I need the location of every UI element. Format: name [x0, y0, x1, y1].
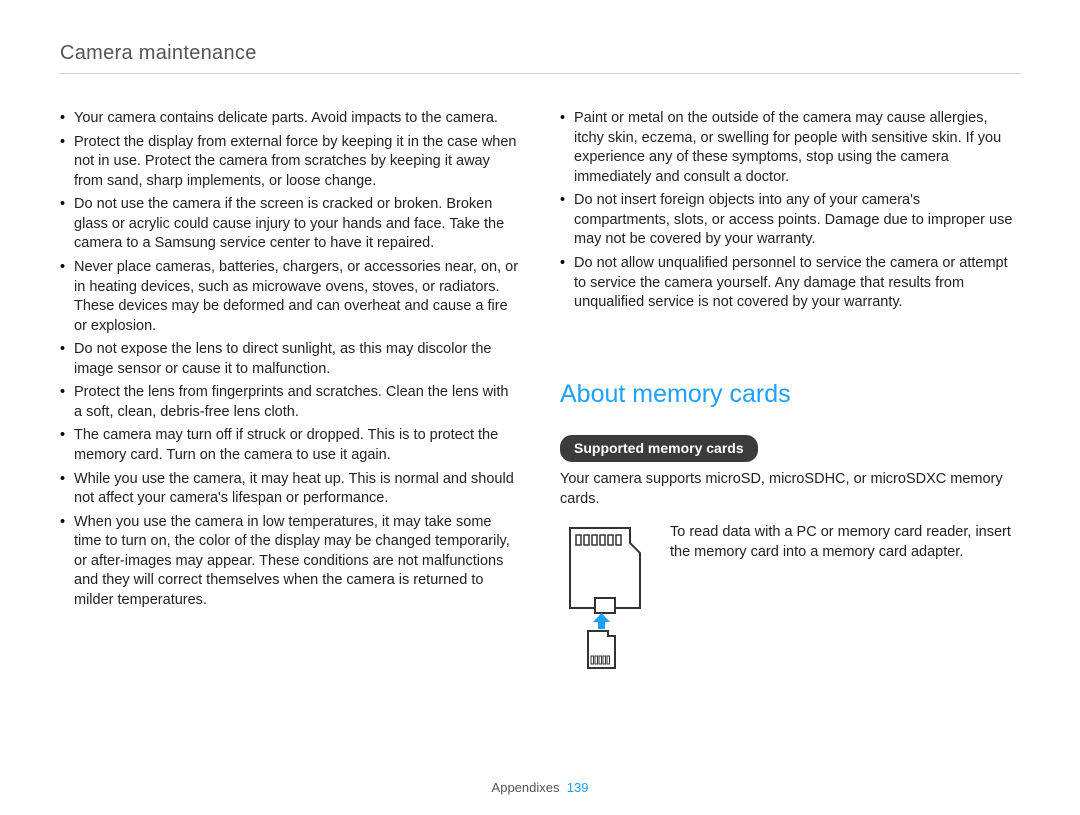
right-bullets: Paint or metal on the outside of the cam… [560, 109, 1020, 313]
list-item: Protect the lens from fingerprints and s… [60, 383, 520, 422]
list-item: Paint or metal on the outside of the cam… [560, 109, 1020, 187]
list-item: Do not insert foreign objects into any o… [560, 191, 1020, 250]
right-column: Paint or metal on the outside of the cam… [560, 109, 1020, 680]
sd-adapter-illustration [560, 523, 650, 680]
list-item: Do not allow unqualified personnel to se… [560, 254, 1020, 313]
section-title: About memory cards [560, 378, 1020, 412]
page-number: 139 [567, 780, 589, 795]
memory-adapter-text: To read data with a PC or memory card re… [670, 523, 1020, 562]
list-item: Protect the display from external force … [60, 133, 520, 192]
memory-block: To read data with a PC or memory card re… [560, 523, 1020, 680]
list-item: Do not expose the lens to direct sunligh… [60, 340, 520, 379]
list-item: When you use the camera in low temperatu… [60, 513, 520, 611]
page-footer: Appendixes 139 [0, 779, 1080, 797]
list-item: While you use the camera, it may heat up… [60, 470, 520, 509]
supported-cards-label: Supported memory cards [560, 435, 758, 462]
list-item: Do not use the camera if the screen is c… [60, 195, 520, 254]
header-rule [60, 73, 1020, 74]
list-item: Never place cameras, batteries, chargers… [60, 258, 520, 336]
memory-intro: Your camera supports microSD, microSDHC,… [560, 470, 1020, 509]
list-item: The camera may turn off if struck or dro… [60, 426, 520, 465]
content-columns: Your camera contains delicate parts. Avo… [60, 109, 1020, 680]
left-column: Your camera contains delicate parts. Avo… [60, 109, 520, 680]
list-item: Your camera contains delicate parts. Avo… [60, 109, 520, 129]
footer-label: Appendixes [492, 780, 560, 795]
sd-card-icon [560, 523, 650, 673]
page-header: Camera maintenance [60, 40, 1020, 67]
left-bullets: Your camera contains delicate parts. Avo… [60, 109, 520, 611]
